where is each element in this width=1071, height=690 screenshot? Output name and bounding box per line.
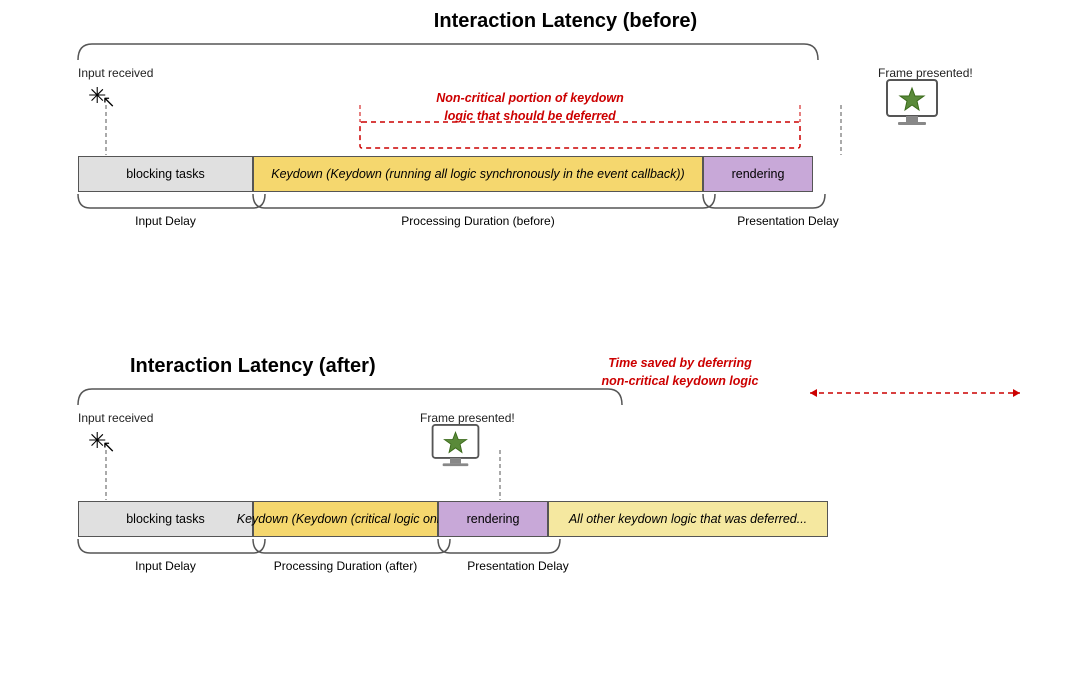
- after-section: Interaction Latency (after) Time saved b…: [30, 355, 1071, 386]
- cursor-after: ↖: [102, 437, 115, 457]
- after-title: Interaction Latency (after): [30, 355, 1071, 378]
- block-blocking-tasks-after: blocking tasks: [78, 501, 253, 537]
- label-input-delay-before: Input Delay: [78, 214, 253, 228]
- block-keydown-before: Keydown (Keydown (running all logic sync…: [253, 156, 703, 192]
- red-annotation-before: Non-critical portion of keydown logic th…: [420, 90, 640, 125]
- block-blocking-tasks-before: blocking tasks: [78, 156, 253, 192]
- block-deferred-after: All other keydown logic that was deferre…: [548, 501, 828, 537]
- monitor-after: [428, 423, 483, 469]
- label-presentation-after: Presentation Delay: [438, 559, 598, 573]
- top-overall-brace: [78, 42, 818, 64]
- diagram-container: Interaction Latency (before) Input recei…: [0, 0, 1071, 690]
- block-rendering-before: rendering: [703, 156, 813, 192]
- top-overall-brace-after: [78, 387, 608, 409]
- label-processing-before: Processing Duration (before): [253, 214, 703, 228]
- input-received-label-after: Input received: [78, 411, 153, 425]
- red-dashed-box: [360, 122, 660, 272]
- label-input-delay-after: Input Delay: [78, 559, 253, 573]
- label-processing-after: Processing Duration (after): [253, 559, 438, 573]
- before-section: Interaction Latency (before) Input recei…: [30, 10, 1071, 41]
- time-saved-label: Time saved by deferring non-critical key…: [570, 355, 790, 390]
- block-rendering-after: rendering: [438, 501, 548, 537]
- monitor-before: [882, 78, 942, 128]
- timeline-before: blocking tasks Keydown (Keydown (running…: [78, 154, 813, 194]
- cursor-before: ↖: [102, 92, 115, 112]
- label-presentation-before: Presentation Delay: [703, 214, 873, 228]
- block-keydown-after: Keydown (Keydown (critical logic only)): [253, 501, 438, 537]
- before-title: Interaction Latency (before): [30, 10, 1071, 33]
- input-received-label-before: Input received: [78, 66, 153, 80]
- timeline-after: blocking tasks Keydown (Keydown (critica…: [78, 499, 828, 539]
